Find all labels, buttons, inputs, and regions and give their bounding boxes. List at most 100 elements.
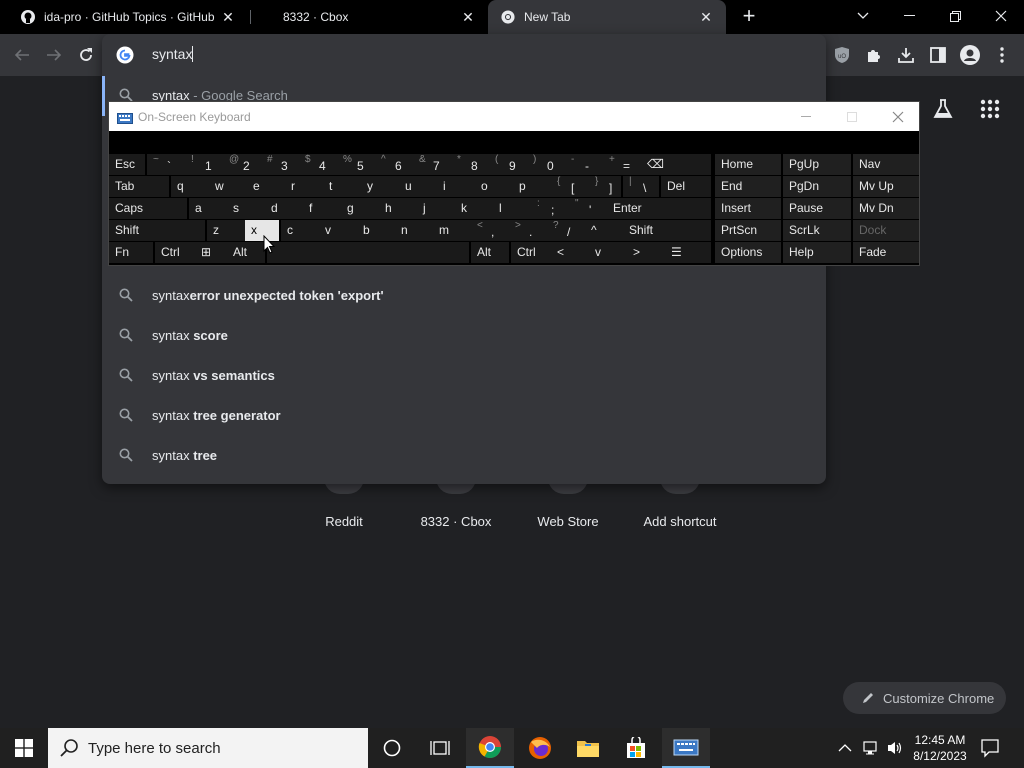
osk-key-2[interactable]: @2 xyxy=(223,154,261,175)
osk-key-z[interactable]: z xyxy=(207,220,245,241)
cortana-icon[interactable] xyxy=(368,728,416,768)
osk-key-help[interactable]: Help xyxy=(783,242,851,263)
osk-key-b[interactable]: b xyxy=(357,220,395,241)
osk-key-v[interactable]: v xyxy=(589,242,627,263)
osk-key-home[interactable]: Home xyxy=(715,154,781,175)
osk-key-symbol[interactable]: :; xyxy=(531,198,569,219)
system-clock[interactable]: 12:45 AM 8/12/2023 xyxy=(908,732,972,764)
task-view-icon[interactable] xyxy=(416,728,464,768)
firefox-icon[interactable] xyxy=(516,728,564,768)
file-explorer-icon[interactable] xyxy=(564,728,612,768)
osk-key-ctrl[interactable]: Ctrl xyxy=(155,242,195,263)
osk-key-m[interactable]: m xyxy=(433,220,471,241)
shortcut-label-reddit[interactable]: Reddit xyxy=(288,514,400,529)
minimize-button[interactable] xyxy=(886,0,932,32)
tab-github[interactable]: ida-pro · GitHub Topics · GitHub ✕ xyxy=(0,0,248,34)
osk-key-7[interactable]: & 7 xyxy=(413,154,451,175)
osk-key-symbol[interactable]: ~ ` xyxy=(147,154,185,175)
forward-arrow-icon[interactable] xyxy=(41,42,67,68)
ublock-icon[interactable]: uO xyxy=(829,42,855,68)
osk-close-button[interactable] xyxy=(875,102,921,131)
osk-key-y[interactable]: y xyxy=(361,176,399,197)
osk-key-scrlk[interactable]: ScrLk xyxy=(783,220,851,241)
download-icon[interactable] xyxy=(893,42,919,68)
osk-key-symbol[interactable]: + = xyxy=(603,154,641,175)
osk-key-1[interactable]: ! 1 xyxy=(185,154,223,175)
osk-key-s[interactable]: s xyxy=(227,198,265,219)
close-tab-icon[interactable]: ✕ xyxy=(698,9,714,25)
osk-key-fn[interactable]: Fn xyxy=(109,242,153,263)
close-tab-icon[interactable]: ✕ xyxy=(460,9,476,25)
shortcut-label-add[interactable]: Add shortcut xyxy=(624,514,736,529)
osk-key-nav[interactable]: Nav xyxy=(853,154,919,175)
osk-key-9[interactable]: (9 xyxy=(489,154,527,175)
osk-key-shift[interactable]: Shift xyxy=(109,220,205,241)
osk-key-a[interactable]: a xyxy=(189,198,227,219)
osk-key-symbol[interactable]: {[ xyxy=(551,176,589,197)
osk-title-bar[interactable]: On-Screen Keyboard xyxy=(109,102,919,131)
osk-key-prtscn[interactable]: PrtScn xyxy=(715,220,781,241)
osk-key-u[interactable]: u xyxy=(399,176,437,197)
chrome-taskbar-icon[interactable] xyxy=(466,728,514,768)
taskbar-search-box[interactable]: Type here to search xyxy=(48,728,368,768)
osk-key-r[interactable]: r xyxy=(285,176,323,197)
osk-key-shift[interactable]: Shift xyxy=(623,220,711,241)
osk-key-o[interactable]: o xyxy=(475,176,513,197)
shortcut-label-cbox[interactable]: 8332 · Cbox xyxy=(400,514,512,529)
osk-key-key[interactable] xyxy=(267,242,469,263)
osk-key-ctrl[interactable]: Ctrl xyxy=(511,242,551,263)
volume-icon[interactable] xyxy=(886,739,904,762)
network-icon[interactable] xyxy=(862,739,880,762)
osk-key-symbol[interactable]: <, xyxy=(471,220,509,241)
osk-maximize-button[interactable] xyxy=(829,102,875,131)
osk-key-h[interactable]: h xyxy=(379,198,417,219)
osk-key-i[interactable]: i xyxy=(437,176,475,197)
osk-key-symbol[interactable]: > xyxy=(627,242,665,263)
tab-search-chevron-icon[interactable] xyxy=(840,0,886,32)
osk-key-symbol[interactable]: -- xyxy=(565,154,603,175)
osk-key-insert[interactable]: Insert xyxy=(715,198,781,219)
menu-kebab-icon[interactable] xyxy=(989,42,1015,68)
osk-key-enter[interactable]: Enter xyxy=(607,198,711,219)
osk-key-v[interactable]: v xyxy=(319,220,357,241)
suggestion-item[interactable]: syntax tree generator xyxy=(102,396,826,436)
osk-key-g[interactable]: g xyxy=(341,198,379,219)
osk-taskbar-icon[interactable] xyxy=(662,728,710,768)
back-arrow-icon[interactable] xyxy=(9,42,35,68)
osk-key-c[interactable]: c xyxy=(281,220,319,241)
osk-key-symbol[interactable]: }] xyxy=(589,176,621,197)
osk-key-l[interactable]: l xyxy=(493,198,531,219)
osk-key-k[interactable]: k xyxy=(455,198,493,219)
osk-key-t[interactable]: t xyxy=(323,176,361,197)
osk-key-caps[interactable]: Caps xyxy=(109,198,187,219)
restore-button[interactable] xyxy=(932,0,978,32)
google-apps-grid-icon[interactable] xyxy=(980,99,1000,119)
osk-key-symbol[interactable]: ⌫ xyxy=(641,154,711,175)
suggestion-item[interactable]: syntaxerror unexpected token 'export' xyxy=(102,276,826,316)
osk-key-pause[interactable]: Pause xyxy=(783,198,851,219)
tab-new-tab[interactable]: New Tab ✕ xyxy=(488,0,726,34)
extensions-puzzle-icon[interactable] xyxy=(861,42,887,68)
osk-key-symbol[interactable]: | \ xyxy=(623,176,659,197)
close-tab-icon[interactable]: ✕ xyxy=(220,9,236,25)
osk-key-j[interactable]: j xyxy=(417,198,455,219)
osk-key-tab[interactable]: Tab xyxy=(109,176,169,197)
osk-key-symbol[interactable]: ^ xyxy=(585,220,623,241)
osk-key-symbol[interactable]: ☰ xyxy=(665,242,711,263)
osk-key-5[interactable]: % 5 xyxy=(337,154,375,175)
osk-key-pgdn[interactable]: PgDn xyxy=(783,176,851,197)
osk-key-symbol[interactable]: < xyxy=(551,242,589,263)
osk-key-del[interactable]: Del xyxy=(661,176,711,197)
shortcut-label-webstore[interactable]: Web Store xyxy=(512,514,624,529)
close-window-button[interactable] xyxy=(978,0,1024,32)
osk-key-n[interactable]: n xyxy=(395,220,433,241)
osk-key-options[interactable]: Options xyxy=(715,242,781,263)
tab-cbox[interactable]: 8332 · Cbox ✕ xyxy=(252,0,488,34)
address-bar-value[interactable]: syntax xyxy=(152,46,192,62)
osk-key-dock[interactable]: Dock xyxy=(853,220,919,241)
labs-flask-icon[interactable] xyxy=(932,98,954,120)
osk-key-p[interactable]: p xyxy=(513,176,551,197)
osk-key-w[interactable]: w xyxy=(209,176,247,197)
osk-key-pgup[interactable]: PgUp xyxy=(783,154,851,175)
suggestion-item[interactable]: syntax vs semantics xyxy=(102,356,826,396)
